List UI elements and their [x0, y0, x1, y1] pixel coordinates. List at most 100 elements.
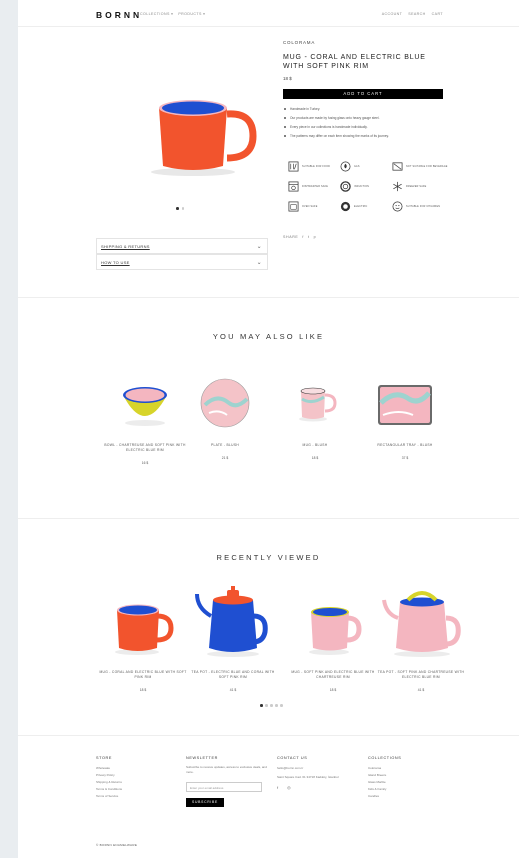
carousel-dot[interactable] [270, 704, 273, 707]
section-divider [18, 297, 519, 298]
footer-link-privacy[interactable]: Privacy Policy [96, 772, 176, 779]
dishwasher-icon [288, 181, 299, 191]
nav-collections[interactable]: COLLECTIONS ▾ [140, 12, 173, 16]
care-icons-grid: SUITABLE FOR FOOD GAS NOT SUITABLE FOR B… [288, 159, 458, 213]
pinterest-icon[interactable]: p [314, 235, 317, 239]
feature-item: Every piece in our collections is handma… [283, 125, 448, 129]
instagram-icon[interactable]: ◎ [287, 785, 291, 790]
mug-blush-image [299, 387, 337, 422]
footer-link-shipping[interactable]: Shipping & Returns [96, 779, 176, 786]
footer-link-colorama[interactable]: Colorama [368, 765, 448, 772]
care-label: DISHWASHER SAFE [302, 184, 329, 188]
care-label: SUITABLE FOR CHILDREN [406, 204, 441, 208]
product-price: 41 $ [229, 688, 237, 692]
electric-icon [340, 201, 351, 211]
care-item-freezer: FREEZER SAFE [392, 179, 452, 193]
freezer-icon [393, 181, 402, 191]
utility-nav: ACCOUNT SEARCH CART [382, 12, 443, 16]
product-card-plate[interactable]: PLATE - BLUSH 21 $ [180, 375, 270, 460]
twitter-icon[interactable]: t [308, 235, 310, 239]
product-price: 21 $ [221, 456, 229, 460]
teapot-blue-image [195, 586, 268, 657]
care-label: NOT SUITABLE FOR BEVERAGE [406, 164, 448, 168]
footer-link-terms-conditions[interactable]: Terms & Conditions [96, 786, 176, 793]
footer-store: STORE Wholesale Privacy Policy Shipping … [96, 756, 176, 800]
product-image-mug[interactable] [141, 94, 261, 178]
product-price: 18 $ [283, 76, 292, 81]
mug-pink-image [309, 607, 362, 655]
footer-divider [18, 735, 519, 736]
contact-email[interactable]: hello@bornn.com.tr [277, 765, 361, 772]
share-bar: SHARE f t p [283, 235, 316, 239]
nav-products[interactable]: PRODUCTS ▾ [178, 12, 205, 16]
share-label: SHARE [283, 235, 299, 239]
product-price: 16 $ [141, 461, 149, 465]
facebook-icon[interactable]: f [302, 235, 304, 239]
recent-card-teapot-pink[interactable]: TEA POT - SOFT PINK AND CHARTREUSE WITH … [376, 582, 466, 692]
chevron-down-icon: ⌄ [256, 260, 262, 266]
main-nav: COLLECTIONS ▾ PRODUCTS ▾ [140, 12, 205, 16]
tray-image [378, 385, 432, 425]
product-name: PLATE - BLUSH [210, 443, 240, 447]
footer-heading: STORE [96, 756, 113, 760]
care-label: ELECTRIC [354, 204, 368, 208]
product-brand[interactable]: COLORAMA [283, 40, 448, 45]
footer-link-wholesale[interactable]: Wholesale [96, 765, 176, 772]
care-label: FREEZER SAFE [406, 184, 427, 188]
recent-card-teapot-blue[interactable]: TEA POT - ELECTRIC BLUE AND CORAL WITH S… [188, 582, 278, 692]
footer-heading: CONTACT US [277, 756, 308, 760]
image-dot-2[interactable] [181, 207, 184, 210]
gas-icon [340, 161, 351, 171]
footer-link-candles[interactable]: Candles [368, 793, 448, 800]
children-icon [392, 201, 403, 211]
product-price: 18 $ [311, 456, 319, 460]
facebook-icon[interactable]: f [277, 785, 278, 790]
recently-viewed-title: RECENTLY VIEWED [216, 553, 321, 562]
feature-item: The patterns may differ on each item sho… [283, 134, 448, 138]
add-to-cart-button[interactable]: ADD TO CART [283, 89, 443, 99]
footer-link-island-breeze[interactable]: Island Breeze [368, 772, 448, 779]
recent-card-mug-coral[interactable]: MUG - CORAL AND ELECTRIC BLUE WITH SOFT … [98, 582, 188, 692]
care-item-food: SUITABLE FOR FOOD [288, 159, 340, 173]
subscribe-button[interactable]: SUBSCRIBE [186, 798, 224, 807]
induction-icon [340, 180, 351, 192]
recent-card-mug-pink[interactable]: MUG - SOFT PINK AND ELECTRIC BLUE WITH C… [288, 582, 378, 692]
product-price: 18 $ [139, 688, 147, 692]
product-card-tray[interactable]: RECTANGULAR TRAY - BLUSH 37 $ [360, 375, 450, 460]
logo[interactable]: BORNN [96, 10, 142, 20]
care-label: INDUCTION [354, 184, 370, 188]
product-card-bowl[interactable]: BOWL - CHARTREUSE AND SOFT PINK WITH ELE… [100, 375, 190, 465]
product-name: MUG - SOFT PINK AND ELECTRIC BLUE WITH C… [291, 670, 375, 679]
accordion-how-to-use-label: HOW TO USE [101, 260, 130, 265]
footer-link-terms-service[interactable]: Terms of Service [96, 793, 176, 800]
product-name: MUG - CORAL AND ELECTRIC BLUE WITH SOFT … [99, 670, 187, 679]
feature-item: Our products are made by fusing glass on… [283, 116, 448, 120]
footer-collections: COLLECTIONS Colorama Island Breeze Glass… [368, 756, 448, 800]
accordion-how-to-use[interactable]: HOW TO USE ⌄ [96, 254, 268, 270]
carousel-dot[interactable] [275, 704, 278, 707]
search-link[interactable]: SEARCH [408, 12, 425, 16]
product-card-mug-blush[interactable]: MUG - BLUSH 18 $ [270, 375, 360, 460]
footer-link-kids-family[interactable]: Kids & Family [368, 786, 448, 793]
carousel-pagination [260, 704, 283, 707]
footer-link-glass-marble[interactable]: Glass Marble [368, 779, 448, 786]
cart-link[interactable]: CART [432, 12, 443, 16]
chevron-down-icon: ⌄ [256, 244, 262, 250]
accordion-shipping-label: SHIPPING & RETURNS [101, 244, 150, 249]
copyright: © BORNN ENAMELWARE [96, 843, 138, 847]
care-label: SUITABLE FOR FOOD [302, 164, 331, 168]
account-link[interactable]: ACCOUNT [382, 12, 403, 16]
product-name: MUG - BLUSH [302, 443, 328, 447]
mug-coral-image [115, 604, 174, 655]
carousel-dot[interactable] [260, 704, 263, 707]
newsletter-email-input[interactable]: Enter your email address [186, 782, 262, 792]
carousel-dot[interactable] [280, 704, 283, 707]
footer-social: f ◎ [277, 785, 361, 790]
care-item-induction: INDUCTION [340, 179, 392, 193]
also-like-title: YOU MAY ALSO LIKE [212, 332, 325, 341]
contact-address: Saint Square Cad. 61 34718 Kadıköy, İsta… [277, 775, 339, 779]
site-header: BORNN COLLECTIONS ▾ PRODUCTS ▾ ACCOUNT S… [18, 0, 519, 27]
accordion-shipping[interactable]: SHIPPING & RETURNS ⌄ [96, 238, 268, 254]
carousel-dot[interactable] [265, 704, 268, 707]
image-dot-1[interactable] [176, 207, 179, 210]
